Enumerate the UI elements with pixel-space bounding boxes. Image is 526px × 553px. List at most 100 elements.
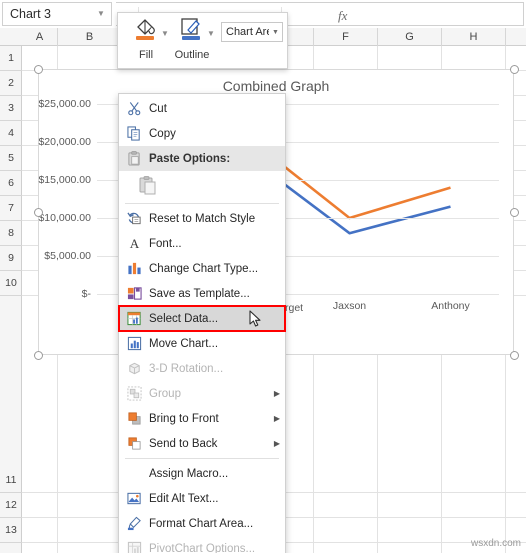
menu-item-paste-options[interactable]: Paste Options: xyxy=(119,146,285,171)
column-header-g[interactable]: G xyxy=(378,28,442,46)
outline-button[interactable]: Outline xyxy=(170,17,214,61)
menu-item-label: Paste Options: xyxy=(149,152,231,165)
menu-item-send-back[interactable]: Send to Back ▶ xyxy=(119,431,285,456)
menu-item-pivotchart: PivotChart Options... xyxy=(119,536,285,553)
menu-item-font[interactable]: A Font... xyxy=(119,231,285,256)
row-header-12[interactable]: 12 xyxy=(0,493,22,518)
chart-y-tick-label: $20,000.00 xyxy=(38,136,91,148)
chart-element-value: Chart Area xyxy=(226,26,269,38)
chart-y-tick-label: $- xyxy=(81,288,91,300)
name-box-value: Chart 3 xyxy=(10,7,51,21)
send-back-icon xyxy=(119,431,149,456)
row-header-6[interactable]: 6 xyxy=(0,171,22,196)
chevron-down-icon[interactable]: ▼ xyxy=(269,29,282,36)
pivotchart-icon xyxy=(119,536,149,553)
menu-item-reset-style[interactable]: Reset to Match Style xyxy=(119,206,285,231)
fill-caret-icon[interactable]: ▼ xyxy=(161,29,169,38)
move-chart-icon xyxy=(119,331,149,356)
paste-picture-icon xyxy=(119,174,177,199)
column-header-h[interactable]: H xyxy=(442,28,506,46)
chart-title[interactable]: Combined Graph xyxy=(39,78,513,94)
chart-resize-handle-mr[interactable] xyxy=(510,208,519,217)
chevron-down-icon[interactable]: ▼ xyxy=(91,10,111,18)
menu-separator xyxy=(125,458,279,459)
alt-text-icon xyxy=(119,486,149,511)
chart-resize-handle-tr[interactable] xyxy=(510,65,519,74)
menu-item-group: Group ▶ xyxy=(119,381,285,406)
row-header-10[interactable]: 10 xyxy=(0,271,22,296)
submenu-arrow-icon: ▶ xyxy=(273,414,281,423)
row-headers: 1 2 3 4 5 6 7 8 9 10 11 12 13 xyxy=(0,46,22,553)
select-data-icon xyxy=(119,306,149,331)
top-edge-cover xyxy=(0,0,526,2)
row-header-8[interactable]: 8 xyxy=(0,221,22,246)
mini-toolbar[interactable]: Fill ▼ Outline ▼ Chart Area ▼ xyxy=(117,12,288,69)
row-header-11[interactable]: 11 xyxy=(0,468,22,493)
menu-item-bring-front[interactable]: Bring to Front ▶ xyxy=(119,406,285,431)
menu-item-label: Format Chart Area... xyxy=(149,517,254,530)
column-header-a[interactable]: A xyxy=(22,28,58,46)
row-header-5[interactable]: 5 xyxy=(0,146,22,171)
chart-y-tick-label: $5,000.00 xyxy=(44,250,91,262)
menu-item-label: Change Chart Type... xyxy=(149,262,259,275)
menu-item-rotation-3d: 3-D Rotation... xyxy=(119,356,285,381)
row-header-1[interactable]: 1 xyxy=(0,46,22,71)
menu-item-change-type[interactable]: Change Chart Type... xyxy=(119,256,285,281)
mouse-cursor xyxy=(249,310,261,327)
outline-caret-icon[interactable]: ▼ xyxy=(207,29,215,38)
row-header-13[interactable]: 13 xyxy=(0,518,22,543)
row-header-9[interactable]: 9 xyxy=(0,246,22,271)
cube-3d-icon xyxy=(119,356,149,381)
menu-item-label: Font... xyxy=(149,237,182,250)
menu-item-label: Group xyxy=(149,387,181,400)
no-icon xyxy=(119,461,149,486)
menu-item-label: Move Chart... xyxy=(149,337,219,350)
row-header-3[interactable]: 3 xyxy=(0,96,22,121)
chart-resize-handle-bl[interactable] xyxy=(34,351,43,360)
menu-item-label: Select Data... xyxy=(149,312,219,325)
chart-resize-handle-tl[interactable] xyxy=(34,65,43,74)
menu-item-format-chart[interactable]: Format Chart Area... xyxy=(119,511,285,536)
menu-item-label: Edit Alt Text... xyxy=(149,492,219,505)
menu-item-assign-macro[interactable]: Assign Macro... xyxy=(119,461,285,486)
font-a-icon: A xyxy=(119,231,149,256)
submenu-arrow-icon: ▶ xyxy=(273,439,281,448)
menu-item-edit-alt-text[interactable]: Edit Alt Text... xyxy=(119,486,285,511)
row-header-7[interactable]: 7 xyxy=(0,196,22,221)
row-header-2[interactable]: 2 xyxy=(0,71,22,96)
submenu-arrow-icon: ▶ xyxy=(273,389,281,398)
name-box[interactable]: Chart 3 ▼ xyxy=(2,2,112,26)
menu-item-copy[interactable]: Copy xyxy=(119,121,285,146)
excel-window: Chart 3 ▼ ▾ ▾ fx ABCDEFGH 12345678910111… xyxy=(0,0,526,553)
bring-front-icon xyxy=(119,406,149,431)
fill-button[interactable]: Fill xyxy=(124,17,168,61)
function-icon[interactable]: fx xyxy=(338,8,347,24)
group-icon xyxy=(119,381,149,406)
reset-style-icon xyxy=(119,206,149,231)
menu-item-label: Assign Macro... xyxy=(149,467,229,480)
format-paint-icon xyxy=(119,511,149,536)
chart-element-select[interactable]: Chart Area ▼ xyxy=(221,22,283,42)
menu-item-save-template[interactable]: Save as Template... xyxy=(119,281,285,306)
row-header-4[interactable]: 4 xyxy=(0,121,22,146)
chart-y-tick-label: $25,000.00 xyxy=(38,98,91,110)
watermark: wsxdn.com xyxy=(470,538,521,549)
menu-item-cut[interactable]: Cut xyxy=(119,96,285,121)
svg-text:A: A xyxy=(129,236,139,251)
menu-item-label: Send to Back xyxy=(149,437,218,450)
menu-item-label: PivotChart Options... xyxy=(149,542,256,553)
fill-label: Fill xyxy=(138,49,154,61)
menu-separator xyxy=(125,203,279,204)
menu-item-label: Reset to Match Style xyxy=(149,212,256,225)
column-header-f[interactable]: F xyxy=(314,28,378,46)
chart-resize-handle-br[interactable] xyxy=(510,351,519,360)
menu-item-paste-keep[interactable] xyxy=(119,171,285,201)
fill-bucket-icon xyxy=(136,19,155,40)
column-header-b[interactable]: B xyxy=(58,28,122,46)
menu-item-label: Save as Template... xyxy=(149,287,250,300)
menu-item-move-chart[interactable]: Move Chart... xyxy=(119,331,285,356)
menu-item-label: Cut xyxy=(149,102,167,115)
chart-resize-handle-ml[interactable] xyxy=(34,208,43,217)
chart-y-tick-label: $15,000.00 xyxy=(38,174,91,186)
save-template-icon xyxy=(119,281,149,306)
